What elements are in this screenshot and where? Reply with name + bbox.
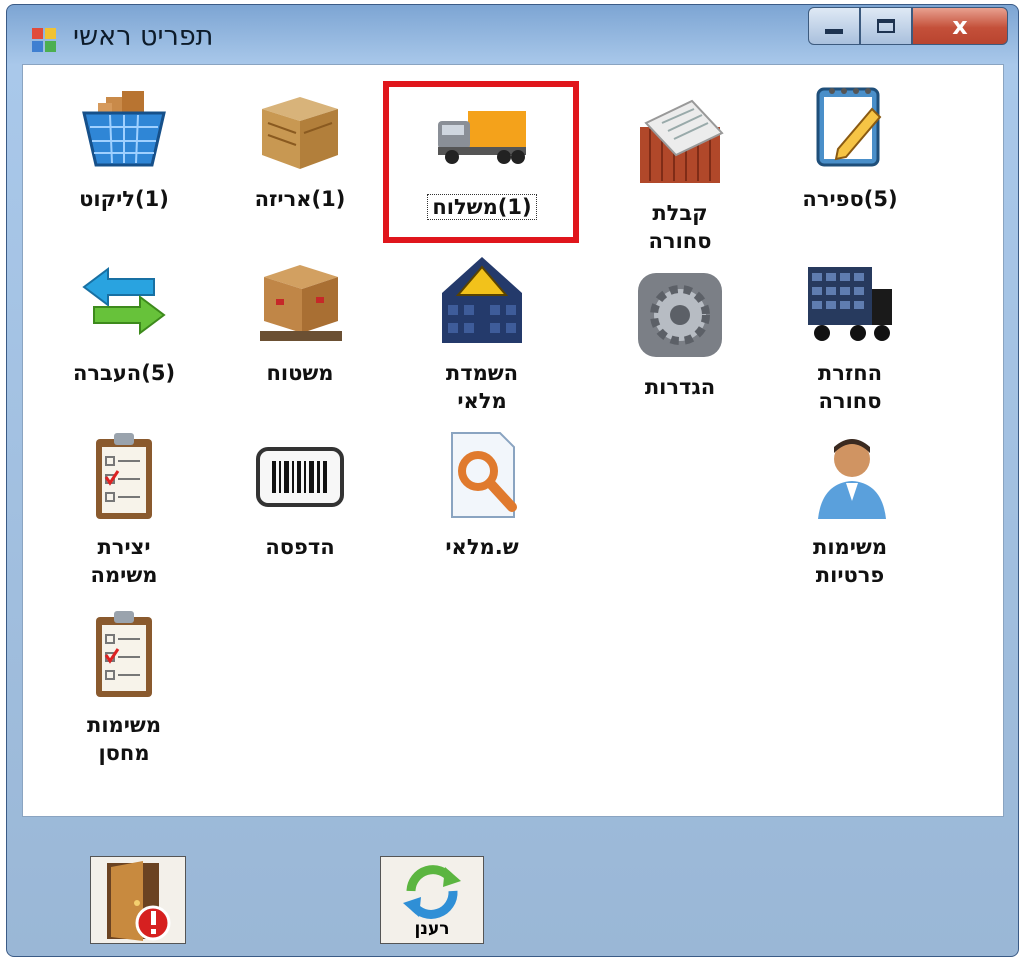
- refresh-button[interactable]: רענן: [380, 856, 484, 944]
- minimize-icon: [825, 28, 843, 34]
- tile-settings-label: הגדרות: [644, 375, 716, 399]
- pallet-box-icon: [260, 265, 342, 341]
- clipboard-checklist-icon: [96, 433, 152, 519]
- tile-return-goods-label: החזרת סחורה: [817, 361, 883, 413]
- tile-stock-query-label: ש.מלאי: [445, 535, 519, 559]
- shopping-basket-icon: [82, 91, 166, 167]
- tile-warehouse-tasks[interactable]: משימות מחסן: [39, 605, 209, 767]
- maximize-icon: [877, 19, 895, 33]
- barcode-icon: [256, 447, 344, 507]
- tile-create-task[interactable]: יצירת משימה: [39, 427, 209, 589]
- exit-door-icon: [107, 861, 171, 941]
- maximize-button[interactable]: [860, 7, 912, 45]
- app-icon: [32, 28, 56, 52]
- tile-create-task-label: יצירת משימה: [90, 535, 158, 587]
- container-truck-icon: [808, 267, 892, 341]
- truck-icon: [438, 111, 526, 164]
- tile-stock-destruction[interactable]: השמדת מלאי: [397, 253, 567, 415]
- window-title: תפריט ראשי: [73, 21, 214, 52]
- refresh-label: רענן: [414, 919, 450, 939]
- tile-goods-receipt[interactable]: קבלת סחורה: [595, 93, 765, 255]
- close-button[interactable]: x: [912, 7, 1008, 45]
- gear-icon: [638, 273, 722, 357]
- tile-personal-tasks-label: משימות פרטיות: [812, 535, 888, 587]
- search-document-icon: [451, 432, 517, 518]
- clipboard-checklist-icon: [96, 611, 152, 697]
- transfer-arrows-icon: [82, 267, 166, 335]
- refresh-icon: [403, 865, 461, 919]
- tile-stock-query[interactable]: ש.מלאי: [397, 427, 567, 561]
- tile-transfer[interactable]: (5)העברה: [39, 253, 209, 387]
- minimize-button[interactable]: [808, 7, 860, 45]
- close-icon: x: [952, 12, 968, 40]
- tile-goods-receipt-label: קבלת סחורה: [648, 201, 712, 253]
- tile-print-label: הדפסה: [265, 535, 335, 559]
- tile-shipping[interactable]: (1)משלוח: [397, 87, 567, 221]
- tile-return-goods[interactable]: החזרת סחורה: [765, 253, 935, 415]
- title-bar[interactable]: תפריט ראשי x: [7, 5, 1018, 67]
- tile-personal-tasks[interactable]: משימות פרטיות: [765, 427, 935, 589]
- tile-picking-label: (1)ליקוט: [79, 187, 169, 211]
- tile-palletize-label: משטוח: [266, 361, 334, 385]
- user-avatar-icon: [818, 439, 886, 519]
- tile-count-label: (5)ספירה: [802, 187, 898, 211]
- tile-warehouse-tasks-label: משימות מחסן: [86, 713, 162, 765]
- tile-packing-label: (1)אריזה: [254, 187, 346, 211]
- tile-shipping-label: (1)משלוח: [397, 193, 567, 221]
- focus-rectangle: (1)משלוח: [427, 194, 537, 220]
- tile-picking[interactable]: (1)ליקוט: [39, 79, 209, 213]
- notepad-pencil-icon: [816, 87, 882, 167]
- window-controls: x: [808, 7, 1008, 45]
- tile-stock-destruction-label: השמדת מלאי: [445, 361, 519, 413]
- tile-settings[interactable]: הגדרות: [595, 267, 765, 401]
- tile-packing[interactable]: (1)אריזה: [215, 79, 385, 213]
- warning-container-icon: [442, 257, 522, 343]
- tile-transfer-label: (5)העברה: [72, 361, 176, 385]
- container-documents-icon: [640, 99, 724, 183]
- open-box-icon: [262, 97, 338, 169]
- tile-count[interactable]: (5)ספירה: [765, 79, 935, 213]
- exit-button[interactable]: [90, 856, 186, 944]
- tile-print[interactable]: הדפסה: [215, 427, 385, 561]
- menu-panel: (5)ספירה קבלת סחורה (1)משלוח (1)אריזה (1…: [22, 64, 1004, 817]
- tile-palletize[interactable]: משטוח: [215, 253, 385, 387]
